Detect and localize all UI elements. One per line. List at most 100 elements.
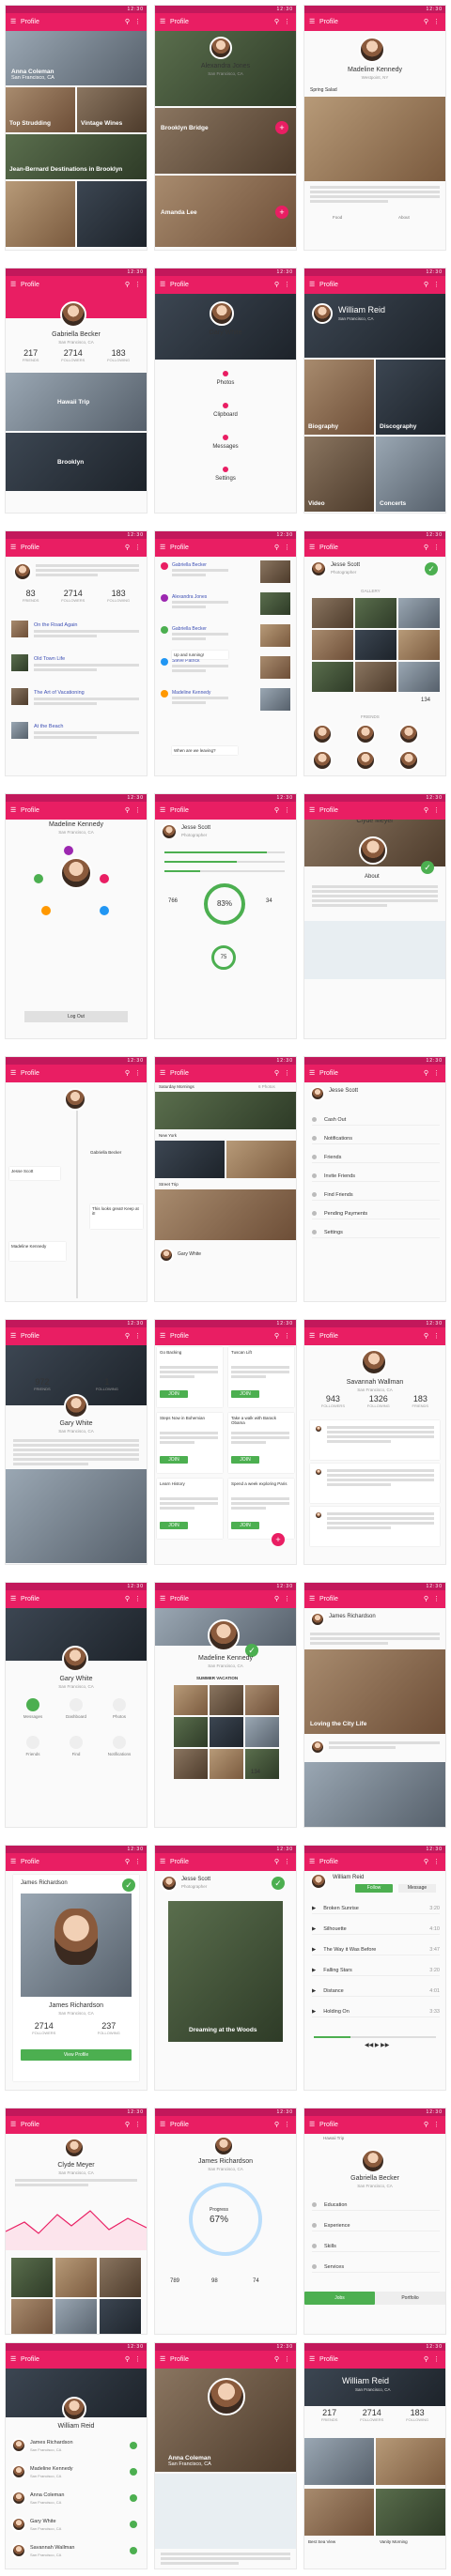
more-icon[interactable]: ⋮ [433,276,440,294]
menu-icon[interactable]: ☰ [10,539,16,557]
search-icon[interactable]: ⚲ [274,13,279,31]
more-icon[interactable]: ⋮ [284,1853,290,1871]
add-contact-icon[interactable] [130,2494,137,2502]
add-contact-icon[interactable] [130,2521,137,2528]
more-icon[interactable]: ⋮ [134,1590,141,1608]
menu-icon[interactable]: ☰ [160,276,165,294]
search-icon[interactable]: ⚲ [274,802,279,820]
more-icon[interactable]: ⋮ [433,2351,440,2369]
more-icon[interactable]: ⋮ [284,2116,290,2134]
tab-jobs[interactable]: Jobs [304,2292,375,2305]
menu-icon[interactable]: ☰ [160,1853,165,1871]
search-icon[interactable]: ⚲ [125,1327,130,1345]
action-icon[interactable] [41,906,51,915]
list-item[interactable]: Notifications [312,1133,440,1144]
search-icon[interactable]: ⚲ [274,2351,279,2369]
check-fab[interactable]: ✓ [122,1878,135,1892]
check-fab[interactable]: ✓ [425,562,438,575]
menu-icon[interactable]: ☰ [160,13,165,31]
action-icon[interactable] [34,874,43,883]
menu-icon[interactable]: ☰ [309,1065,315,1082]
menu-icon[interactable]: ☰ [10,1065,16,1082]
menu-icon[interactable]: ☰ [160,539,165,557]
more-icon[interactable]: ⋮ [433,802,440,820]
search-icon[interactable]: ⚲ [274,2116,279,2134]
logout-button[interactable]: Log Out [24,1011,128,1022]
more-icon[interactable]: ⋮ [134,1327,141,1345]
more-icon[interactable]: ⋮ [134,539,141,557]
tab-food[interactable]: Food [333,215,342,221]
join-button[interactable]: JOIN [160,1456,188,1464]
menu-icon[interactable]: ☰ [309,276,315,294]
more-icon[interactable]: ⋮ [433,1065,440,1082]
more-icon[interactable]: ⋮ [433,13,440,31]
search-icon[interactable]: ⚲ [274,276,279,294]
song-row[interactable]: ▶ Silhouette 4:10 [312,1924,440,1935]
more-icon[interactable]: ⋮ [284,276,290,294]
more-icon[interactable]: ⋮ [284,802,290,820]
tab-about[interactable]: About [398,215,410,221]
menu-item-settings[interactable]: Settings [155,476,296,482]
menu-icon[interactable]: ☰ [160,1590,165,1608]
add-contact-icon[interactable] [130,2468,137,2476]
search-icon[interactable]: ⚲ [125,2116,130,2134]
more-icon[interactable]: ⋮ [134,1065,141,1082]
search-icon[interactable]: ⚲ [125,1590,130,1608]
more-icon[interactable]: ⋮ [284,1590,290,1608]
menu-icon[interactable]: ☰ [160,2116,165,2134]
search-icon[interactable]: ⚲ [274,539,279,557]
add-fab[interactable]: + [275,121,288,134]
menu-icon[interactable]: ☰ [10,1590,16,1608]
more-icon[interactable]: ⋮ [134,802,141,820]
list-item[interactable]: Services [312,2262,440,2273]
list-item[interactable]: Skills [312,2241,440,2252]
menu-icon[interactable]: ☰ [10,1327,16,1345]
find-icon[interactable] [70,1736,83,1749]
tab-portfolio[interactable]: Portfolio [375,2292,445,2305]
more-icon[interactable]: ⋮ [284,2351,290,2369]
song-row[interactable]: ▶ Holding On 3:33 [312,2006,440,2017]
more-icon[interactable]: ⋮ [433,2116,440,2134]
add-fab[interactable]: + [272,1533,285,1546]
song-row[interactable]: ▶ Broken Sunrise 3:20 [312,1903,440,1914]
more-icon[interactable]: ⋮ [284,1065,290,1082]
play-icon[interactable]: ▶ [312,1926,316,1932]
menu-icon[interactable]: ☰ [10,802,16,820]
list-item[interactable]: Settings [312,1227,440,1238]
menu-icon[interactable]: ☰ [309,539,315,557]
menu-icon[interactable]: ☰ [160,1327,165,1345]
song-row[interactable]: ▶ Falling Stars 3:20 [312,1965,440,1976]
follow-button[interactable]: Follow [355,1884,393,1893]
view-profile-button[interactable]: View Profile [21,2049,132,2061]
join-button[interactable]: JOIN [231,1390,259,1398]
list-item[interactable]: Pending Payments [312,1208,440,1219]
more-icon[interactable]: ⋮ [134,13,141,31]
menu-icon[interactable]: ☰ [10,13,16,31]
search-icon[interactable]: ⚲ [424,2351,428,2369]
more-icon[interactable]: ⋮ [284,1327,290,1345]
add-contact-icon[interactable] [130,2547,137,2554]
dashboard-icon[interactable] [70,1698,83,1711]
search-icon[interactable]: ⚲ [125,1065,130,1082]
more-icon[interactable]: ⋮ [433,1590,440,1608]
song-row[interactable]: ▶ Distance 4:01 [312,1986,440,1997]
search-icon[interactable]: ⚲ [125,13,130,31]
search-icon[interactable]: ⚲ [274,1590,279,1608]
menu-item-clipboard[interactable]: Clipboard [155,412,296,418]
add-contact-icon[interactable] [130,2442,137,2449]
list-item[interactable]: Friends [312,1152,440,1163]
more-icon[interactable]: ⋮ [433,539,440,557]
search-icon[interactable]: ⚲ [424,2116,428,2134]
search-icon[interactable]: ⚲ [424,13,428,31]
search-icon[interactable]: ⚲ [274,1327,279,1345]
more-icon[interactable]: ⋮ [284,539,290,557]
check-fab[interactable]: ✓ [272,1877,285,1890]
menu-icon[interactable]: ☰ [309,1590,315,1608]
menu-icon[interactable]: ☰ [309,2351,315,2369]
search-icon[interactable]: ⚲ [424,276,428,294]
friends-icon[interactable] [26,1736,39,1749]
menu-item-messages[interactable]: Messages [155,444,296,450]
play-icon[interactable]: ▶ [312,1968,316,1973]
menu-icon[interactable]: ☰ [309,1327,315,1345]
play-icon[interactable]: ▶ [312,1947,316,1953]
